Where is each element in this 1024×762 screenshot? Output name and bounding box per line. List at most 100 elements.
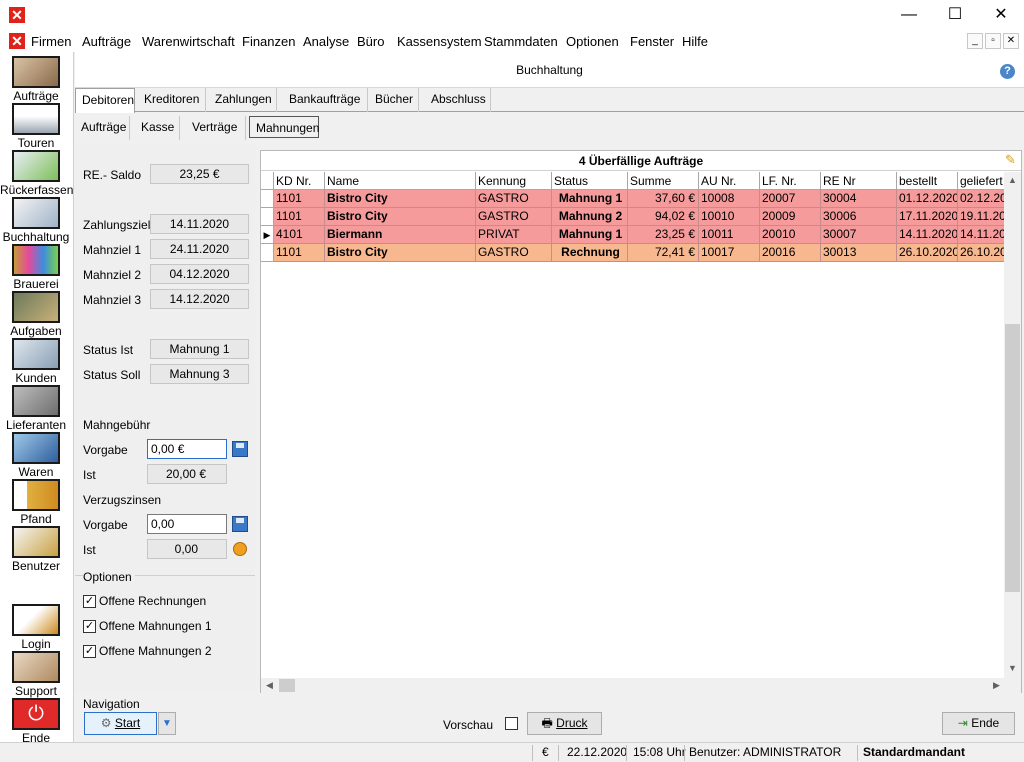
tab-zahlungen[interactable]: Zahlungen xyxy=(209,88,277,112)
sidebar-item-lieferanten[interactable]: Lieferanten xyxy=(0,385,72,432)
start-dropdown-button[interactable]: ▼ xyxy=(158,712,176,735)
cell-summe[interactable]: 72,41 € xyxy=(628,244,699,262)
cell-kennung[interactable]: PRIVAT xyxy=(476,226,552,244)
save-icon[interactable] xyxy=(232,516,248,532)
col-bestellt[interactable]: bestellt xyxy=(897,172,958,190)
tab-debitoren[interactable]: Debitoren xyxy=(75,88,135,113)
sidebar-item-login[interactable]: Login xyxy=(0,604,72,651)
close-button[interactable]: ✕ xyxy=(978,0,1024,30)
row-indicator[interactable] xyxy=(261,208,274,226)
menu-optionen[interactable]: Optionen xyxy=(566,34,619,49)
cell-re-nr[interactable]: 30013 xyxy=(821,244,897,262)
menu-hilfe[interactable]: Hilfe xyxy=(682,34,708,49)
cell-lf-nr[interactable]: 20010 xyxy=(760,226,821,244)
horizontal-scroll-thumb[interactable] xyxy=(279,679,295,692)
col-geliefert[interactable]: geliefert xyxy=(958,172,1005,190)
sidebar-item-kunden[interactable]: Kunden xyxy=(0,338,72,385)
subtab-auftraege[interactable]: Aufträge xyxy=(75,116,130,140)
sidebar-item-waren[interactable]: Waren xyxy=(0,432,72,479)
cell-lf-nr[interactable]: 20016 xyxy=(760,244,821,262)
mdi-restore-button[interactable]: ▫ xyxy=(985,33,1001,49)
cell-summe[interactable]: 94,02 € xyxy=(628,208,699,226)
scroll-left-icon[interactable]: ◀ xyxy=(261,678,278,693)
scroll-up-icon[interactable]: ▲ xyxy=(1004,172,1021,189)
help-icon[interactable]: ? xyxy=(1000,64,1015,79)
cell-re-nr[interactable]: 30004 xyxy=(821,190,897,208)
tab-bankauftraege[interactable]: Bankaufträge xyxy=(283,88,368,112)
cell-re-nr[interactable]: 30006 xyxy=(821,208,897,226)
offene-mahnungen1-checkbox[interactable]: ✓ xyxy=(83,620,96,633)
cell-lf-nr[interactable]: 20009 xyxy=(760,208,821,226)
menu-stammdaten[interactable]: Stammdaten xyxy=(484,34,558,49)
col-status[interactable]: Status xyxy=(552,172,628,190)
menu-firmen[interactable]: Firmen xyxy=(31,34,71,49)
cell-summe[interactable]: 23,25 € xyxy=(628,226,699,244)
col-kennung[interactable]: Kennung xyxy=(476,172,552,190)
sidebar-item-support[interactable]: Support xyxy=(0,651,72,698)
verzugszinsen-vorgabe-input[interactable]: 0,00 xyxy=(147,514,227,534)
sidebar-item-buchhaltung[interactable]: Buchhaltung xyxy=(0,197,72,244)
cell-geliefert[interactable]: 19.11.2020 xyxy=(958,208,1005,226)
vertical-scrollbar[interactable]: ▲ ▼ xyxy=(1004,172,1021,678)
col-name[interactable]: Name xyxy=(325,172,476,190)
sidebar-item-aufgaben[interactable]: Aufgaben xyxy=(0,291,72,338)
menu-kassensystem[interactable]: Kassensystem xyxy=(397,34,482,49)
app-menu-icon[interactable]: ✕ xyxy=(9,33,25,49)
table-row[interactable]: ▶ 4101 Biermann PRIVAT Mahnung 1 23,25 €10011… xyxy=(261,226,1005,244)
cell-au-nr[interactable]: 10008 xyxy=(699,190,760,208)
menu-buero[interactable]: Büro xyxy=(357,34,384,49)
row-indicator[interactable] xyxy=(261,244,274,262)
cell-au-nr[interactable]: 10017 xyxy=(699,244,760,262)
cell-status[interactable]: Mahnung 1 xyxy=(552,226,628,244)
col-summe[interactable]: Summe xyxy=(628,172,699,190)
cell-status[interactable]: Rechnung xyxy=(552,244,628,262)
menu-fenster[interactable]: Fenster xyxy=(630,34,674,49)
ende-button[interactable]: ⇥ Ende xyxy=(942,712,1015,735)
sidebar-item-rueckerfassen[interactable]: Rückerfassen xyxy=(0,150,73,197)
row-indicator[interactable] xyxy=(261,190,274,208)
mdi-close-button[interactable]: ✕ xyxy=(1003,33,1019,49)
sidebar-item-pfand[interactable]: Pfand xyxy=(0,479,72,526)
start-button[interactable]: ⚙ Start xyxy=(84,712,157,735)
cell-au-nr[interactable]: 10011 xyxy=(699,226,760,244)
offene-rechnungen-checkbox[interactable]: ✓ xyxy=(83,595,96,608)
mdi-minimize-button[interactable]: _ xyxy=(967,33,983,49)
calculate-icon[interactable] xyxy=(233,542,247,556)
cell-kennung[interactable]: GASTRO xyxy=(476,190,552,208)
cell-kd-nr[interactable]: 1101 xyxy=(274,208,325,226)
maximize-button[interactable]: ☐ xyxy=(932,0,978,30)
sidebar-item-brauerei[interactable]: Brauerei xyxy=(0,244,72,291)
cell-kennung[interactable]: GASTRO xyxy=(476,208,552,226)
cell-kd-nr[interactable]: 4101 xyxy=(274,226,325,244)
menu-auftraege[interactable]: Aufträge xyxy=(82,34,131,49)
tab-abschluss[interactable]: Abschluss xyxy=(425,88,491,112)
cell-name[interactable]: Bistro City xyxy=(325,190,476,208)
cell-kd-nr[interactable]: 1101 xyxy=(274,244,325,262)
tab-kreditoren[interactable]: Kreditoren xyxy=(138,88,206,112)
cell-geliefert[interactable]: 14.11.2020 xyxy=(958,226,1005,244)
cell-name[interactable]: Bistro City xyxy=(325,208,476,226)
edit-pencil-icon[interactable]: ✎ xyxy=(1005,153,1019,167)
cell-status[interactable]: Mahnung 2 xyxy=(552,208,628,226)
cell-summe[interactable]: 37,60 € xyxy=(628,190,699,208)
cell-bestellt[interactable]: 17.11.2020 xyxy=(897,208,958,226)
vertical-scroll-thumb[interactable] xyxy=(1005,324,1020,592)
cell-kd-nr[interactable]: 1101 xyxy=(274,190,325,208)
cell-lf-nr[interactable]: 20007 xyxy=(760,190,821,208)
offene-mahnungen2-checkbox[interactable]: ✓ xyxy=(83,645,96,658)
sidebar-item-ende[interactable]: ⏻ Ende xyxy=(0,698,72,745)
menu-warenwirtschaft[interactable]: Warenwirtschaft xyxy=(142,34,235,49)
col-re-nr[interactable]: RE Nr xyxy=(821,172,897,190)
cell-name[interactable]: Biermann xyxy=(325,226,476,244)
cell-bestellt[interactable]: 14.11.2020 xyxy=(897,226,958,244)
sidebar-item-benutzer[interactable]: Benutzer xyxy=(0,526,72,573)
subtab-mahnungen[interactable]: Mahnungen xyxy=(249,116,319,138)
subtab-kasse[interactable]: Kasse xyxy=(135,116,180,140)
mahngebuehr-vorgabe-input[interactable]: 0,00 € xyxy=(147,439,227,459)
sidebar-item-auftraege[interactable]: Aufträge xyxy=(0,56,72,103)
scroll-right-icon[interactable]: ▶ xyxy=(988,678,1005,693)
col-kd-nr[interactable]: KD Nr. xyxy=(274,172,325,190)
cell-status[interactable]: Mahnung 1 xyxy=(552,190,628,208)
current-row-arrow-icon[interactable]: ▶ xyxy=(261,226,274,244)
minimize-button[interactable]: — xyxy=(886,0,932,30)
